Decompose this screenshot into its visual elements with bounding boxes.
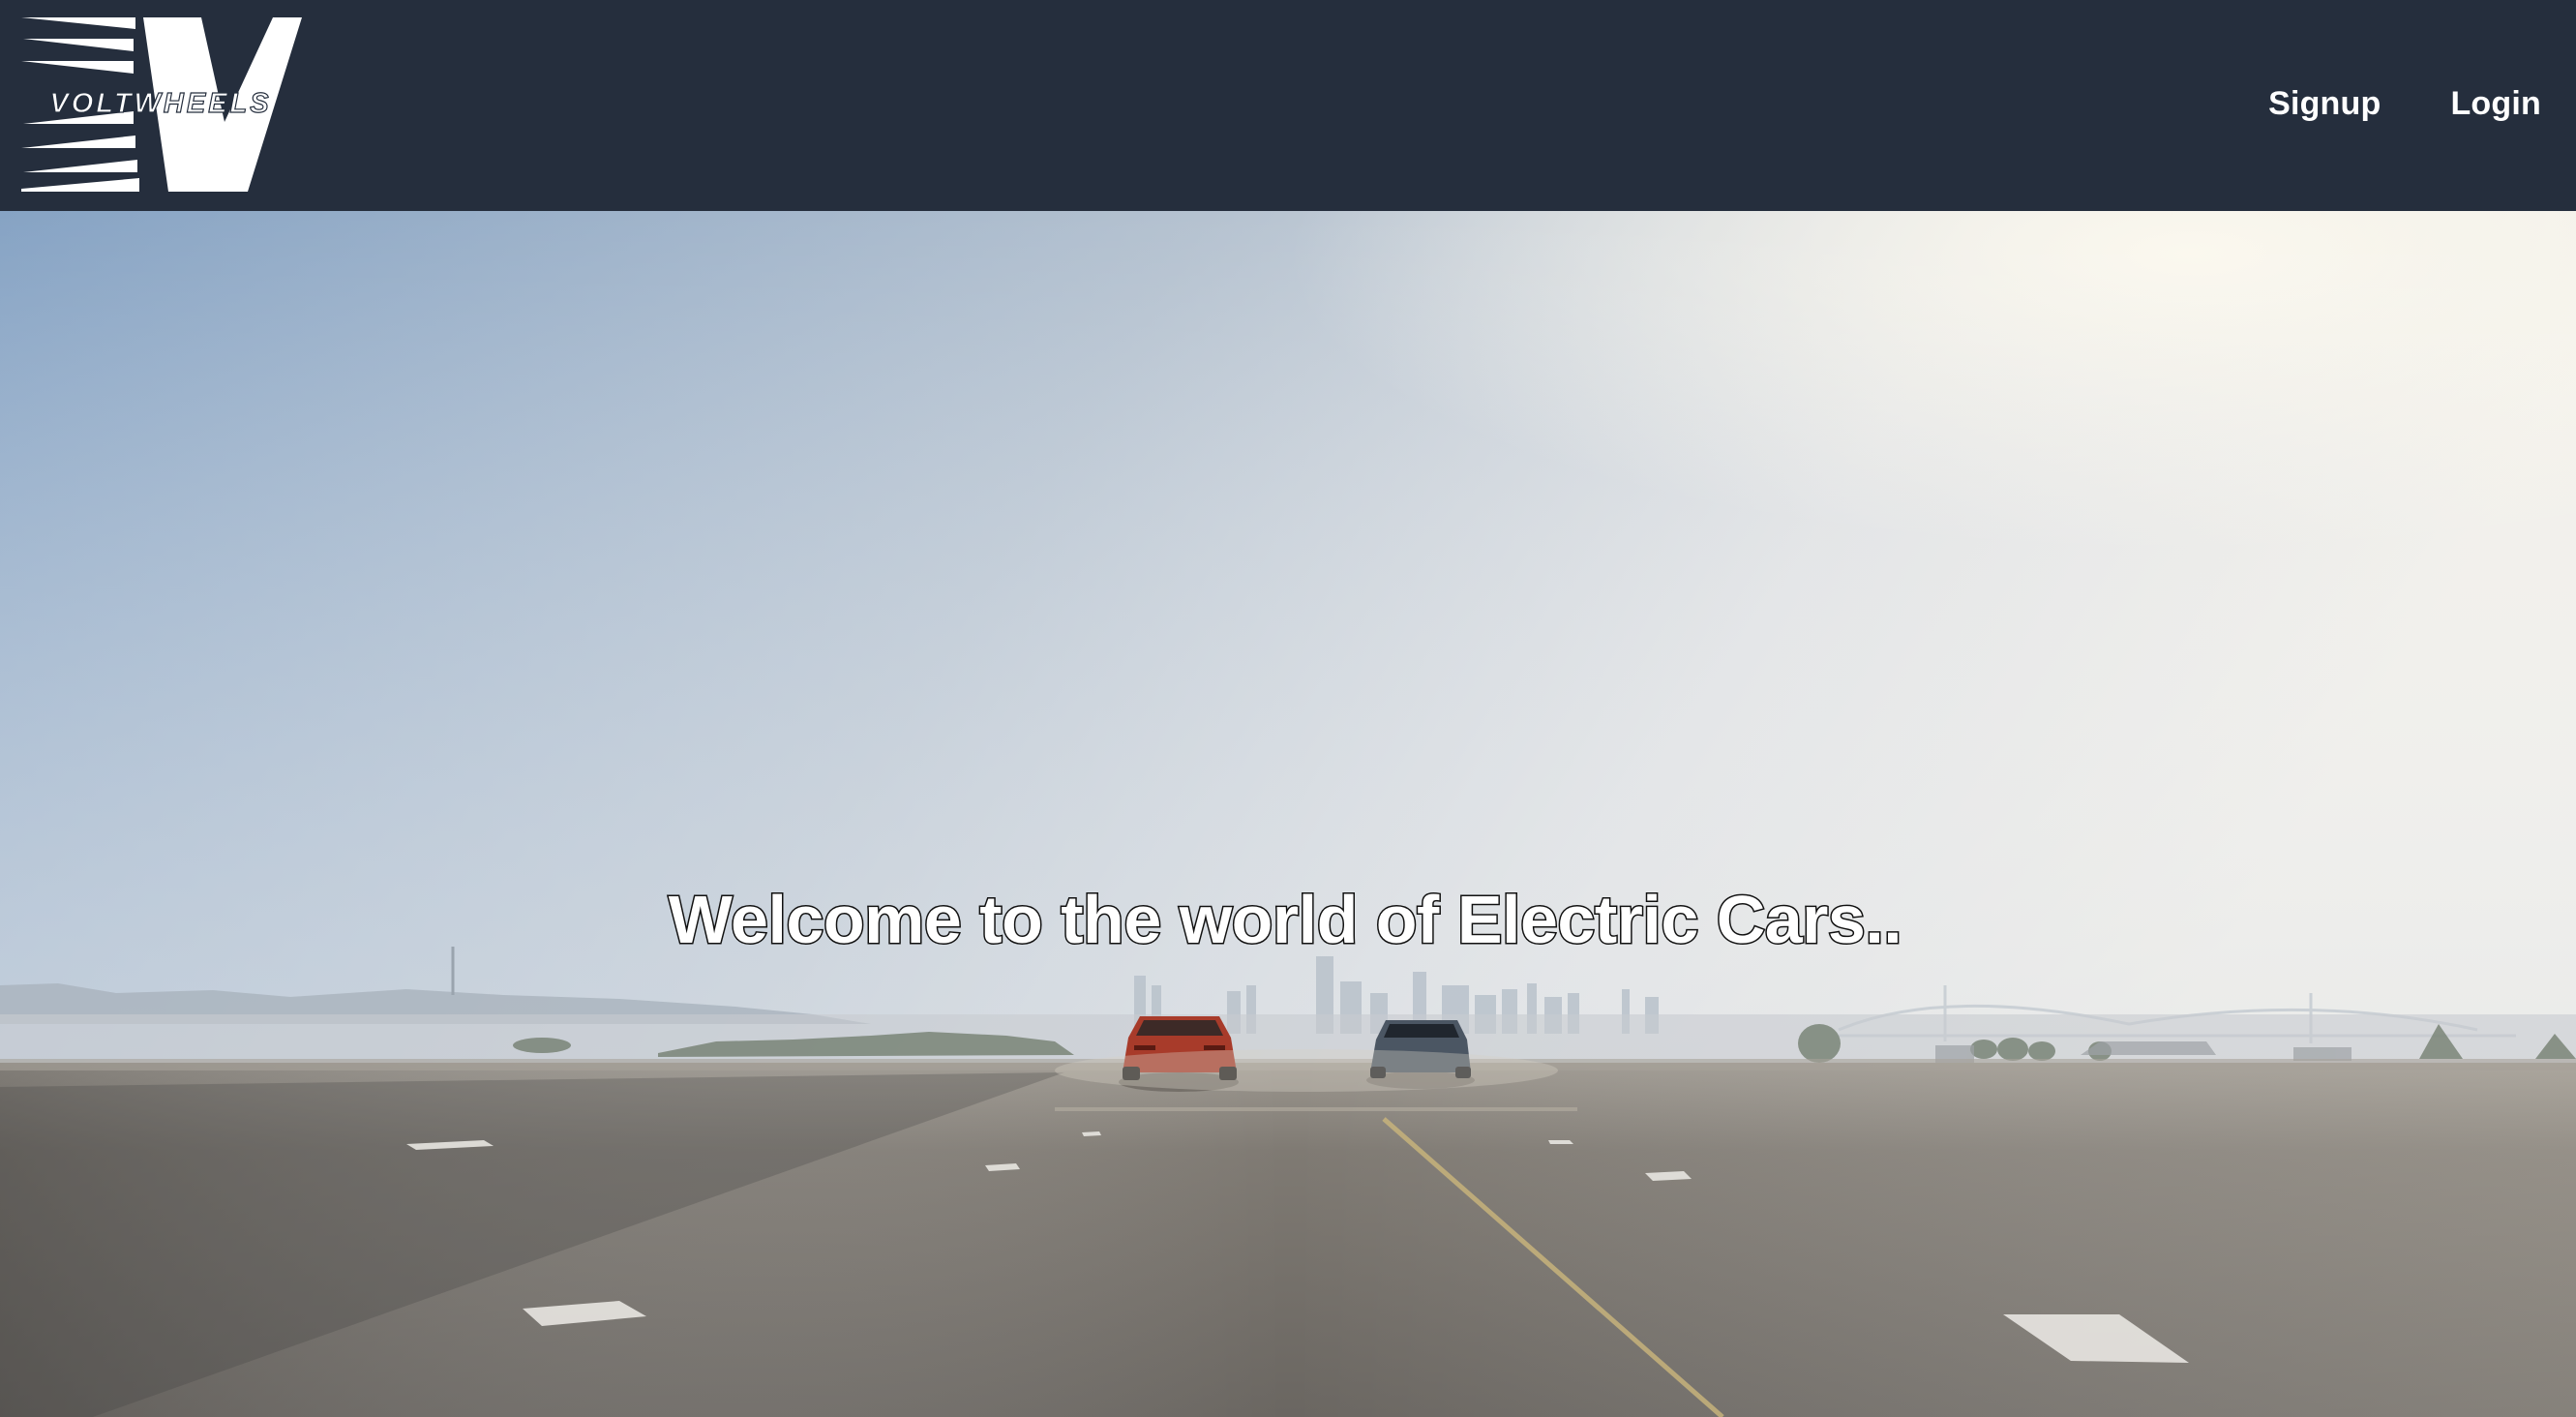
voltwheels-logo[interactable]: VOLTWHEELS (19, 15, 302, 192)
login-link[interactable]: Login (2450, 85, 2541, 123)
nav-links: Signup Login (2268, 0, 2541, 207)
logo-wordmark: VOLTWHEELS (49, 88, 271, 119)
hero-banner: Welcome to the world of Electric Cars.. (0, 211, 2576, 1417)
hero-headline: Welcome to the world of Electric Cars.. (0, 881, 2573, 959)
top-navbar: VOLTWHEELS Signup Login (0, 0, 2576, 211)
signup-link[interactable]: Signup (2268, 85, 2381, 123)
hero-headline-text: Welcome to the world of Electric Cars.. (667, 881, 1903, 959)
hero-video-background (0, 211, 2576, 1417)
